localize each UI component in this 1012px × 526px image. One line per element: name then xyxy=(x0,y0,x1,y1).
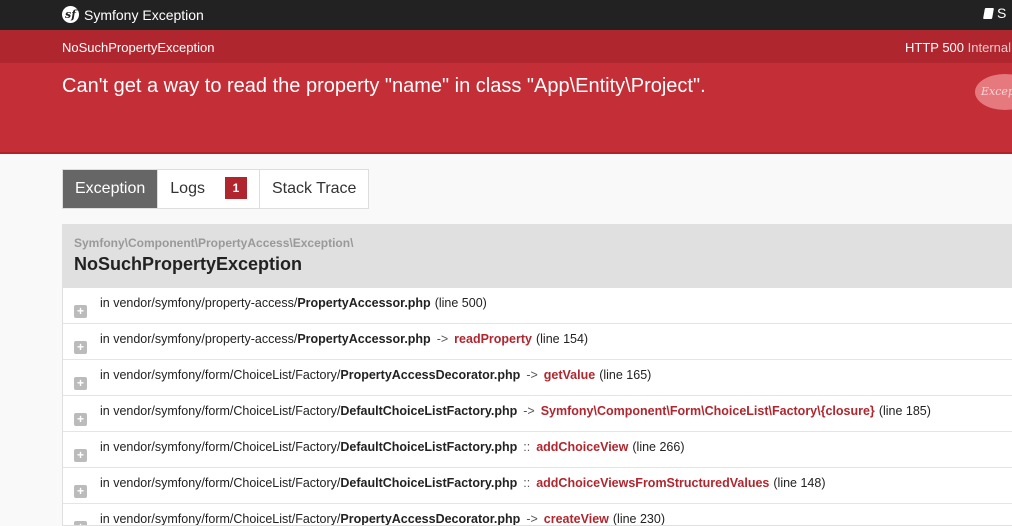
frame-function: addChoiceViewsFromStructuredValues xyxy=(536,476,770,490)
expand-icon[interactable]: + xyxy=(74,521,87,525)
frame-line: (line 500) xyxy=(434,296,487,310)
frame-separator: -> xyxy=(523,404,535,418)
trace-frame[interactable]: + in vendor/symfony/form/ChoiceList/Fact… xyxy=(63,396,1012,432)
tab-stack-trace[interactable]: Stack Trace xyxy=(260,170,368,208)
trace-frame[interactable]: + in vendor/symfony/form/ChoiceList/Fact… xyxy=(63,432,1012,468)
expand-icon[interactable]: + xyxy=(74,341,87,354)
frame-path: in vendor/symfony/form/ChoiceList/Factor… xyxy=(100,512,341,526)
frame-function: addChoiceView xyxy=(536,440,629,454)
frame-file: PropertyAccessor.php xyxy=(297,332,431,346)
expand-icon[interactable]: + xyxy=(74,413,87,426)
header-strip: NoSuchPropertyException HTTP 500 Interna… xyxy=(0,30,1012,63)
expand-icon[interactable]: + xyxy=(74,485,87,498)
frame-text: in vendor/symfony/property-access/Proper… xyxy=(100,332,588,346)
frame-separator: -> xyxy=(526,512,538,526)
app-title: Symfony Exception xyxy=(84,7,204,23)
exception-illustration-icon: Exception xyxy=(975,74,1012,110)
http-status: HTTP 500 Internal xyxy=(905,40,1011,55)
tab-logs-label: Logs xyxy=(170,180,205,197)
frame-line: (line 148) xyxy=(773,476,826,490)
frame-line: (line 185) xyxy=(878,404,931,418)
trace-frame[interactable]: + in vendor/symfony/form/ChoiceList/Fact… xyxy=(63,504,1012,526)
frame-separator: -> xyxy=(436,332,449,346)
status-text: Internal xyxy=(967,40,1012,55)
expand-icon[interactable]: + xyxy=(74,449,87,462)
logs-count-badge: 1 xyxy=(224,177,247,199)
symfony-logo-icon: sf xyxy=(62,6,79,23)
exception-namespace: Symfony\Component\PropertyAccess\Excepti… xyxy=(74,236,354,250)
frame-function: getValue xyxy=(543,368,596,382)
frame-text: in vendor/symfony/form/ChoiceList/Factor… xyxy=(100,440,685,454)
frame-separator: :: xyxy=(523,476,531,490)
tab-exception[interactable]: Exception xyxy=(63,170,159,208)
trace-frame[interactable]: + in vendor/symfony/form/ChoiceList/Fact… xyxy=(63,468,1012,504)
frame-separator: -> xyxy=(526,368,538,382)
frame-path: in vendor/symfony/form/ChoiceList/Factor… xyxy=(100,404,341,418)
frame-text: in vendor/symfony/form/ChoiceList/Factor… xyxy=(100,476,826,490)
frame-line: (line 230) xyxy=(612,512,666,526)
frame-separator: :: xyxy=(523,440,531,454)
trace-panel: Symfony\Component\PropertyAccess\Excepti… xyxy=(62,224,1012,526)
tab-exception-label: Exception xyxy=(75,180,146,197)
frame-file: DefaultChoiceListFactory.php xyxy=(340,440,518,454)
tab-stack-trace-label: Stack Trace xyxy=(271,180,357,197)
top-bar: sf Symfony Exception S xyxy=(0,0,1012,30)
frame-text: in vendor/symfony/property-access/Proper… xyxy=(100,296,487,310)
frame-text: in vendor/symfony/form/ChoiceList/Factor… xyxy=(100,404,931,418)
frame-line: (line 266) xyxy=(632,440,685,454)
docs-link[interactable]: S xyxy=(983,5,1007,21)
trace-header: Symfony\Component\PropertyAccess\Excepti… xyxy=(63,225,1012,288)
frame-path: in vendor/symfony/property-access/ xyxy=(100,332,298,346)
exception-class-name: NoSuchPropertyException xyxy=(74,254,303,274)
status-code: HTTP 500 xyxy=(905,40,965,55)
exception-message: Can't get a way to read the property "na… xyxy=(62,75,706,97)
exception-class: NoSuchPropertyException xyxy=(62,40,215,55)
frame-file: DefaultChoiceListFactory.php xyxy=(340,404,518,418)
docs-link-label: S xyxy=(997,5,1007,21)
frame-text: in vendor/symfony/form/ChoiceList/Factor… xyxy=(100,368,651,382)
frame-file: DefaultChoiceListFactory.php xyxy=(340,476,518,490)
book-icon xyxy=(983,8,994,19)
frame-file: PropertyAccessDecorator.php xyxy=(340,512,521,526)
exception-header: NoSuchPropertyException HTTP 500 Interna… xyxy=(0,30,1012,154)
trace-frame[interactable]: + in vendor/symfony/property-access/Prop… xyxy=(63,324,1012,360)
frame-path: in vendor/symfony/form/ChoiceList/Factor… xyxy=(100,368,341,382)
trace-frame[interactable]: + in vendor/symfony/form/ChoiceList/Fact… xyxy=(63,360,1012,396)
expand-icon[interactable]: + xyxy=(74,305,87,318)
frame-function: createView xyxy=(543,512,609,526)
frame-path: in vendor/symfony/form/ChoiceList/Factor… xyxy=(100,476,341,490)
tab-logs[interactable]: Logs 1 xyxy=(158,170,260,208)
frame-function: Symfony\Component\Form\ChoiceList\Factor… xyxy=(540,404,875,418)
frame-path: in vendor/symfony/property-access/ xyxy=(100,296,298,310)
tab-bar: Exception Logs 1 Stack Trace xyxy=(62,169,370,209)
frame-path: in vendor/symfony/form/ChoiceList/Factor… xyxy=(100,440,341,454)
frame-line: (line 154) xyxy=(535,332,589,346)
trace-frame[interactable]: + in vendor/symfony/property-access/Prop… xyxy=(63,288,1012,324)
frame-file: PropertyAccessor.php xyxy=(297,296,431,310)
frame-file: PropertyAccessDecorator.php xyxy=(340,368,521,382)
frame-function: readProperty xyxy=(454,332,532,346)
frame-text: in vendor/symfony/form/ChoiceList/Factor… xyxy=(100,512,666,526)
frame-line: (line 165) xyxy=(599,368,652,382)
expand-icon[interactable]: + xyxy=(74,377,87,390)
